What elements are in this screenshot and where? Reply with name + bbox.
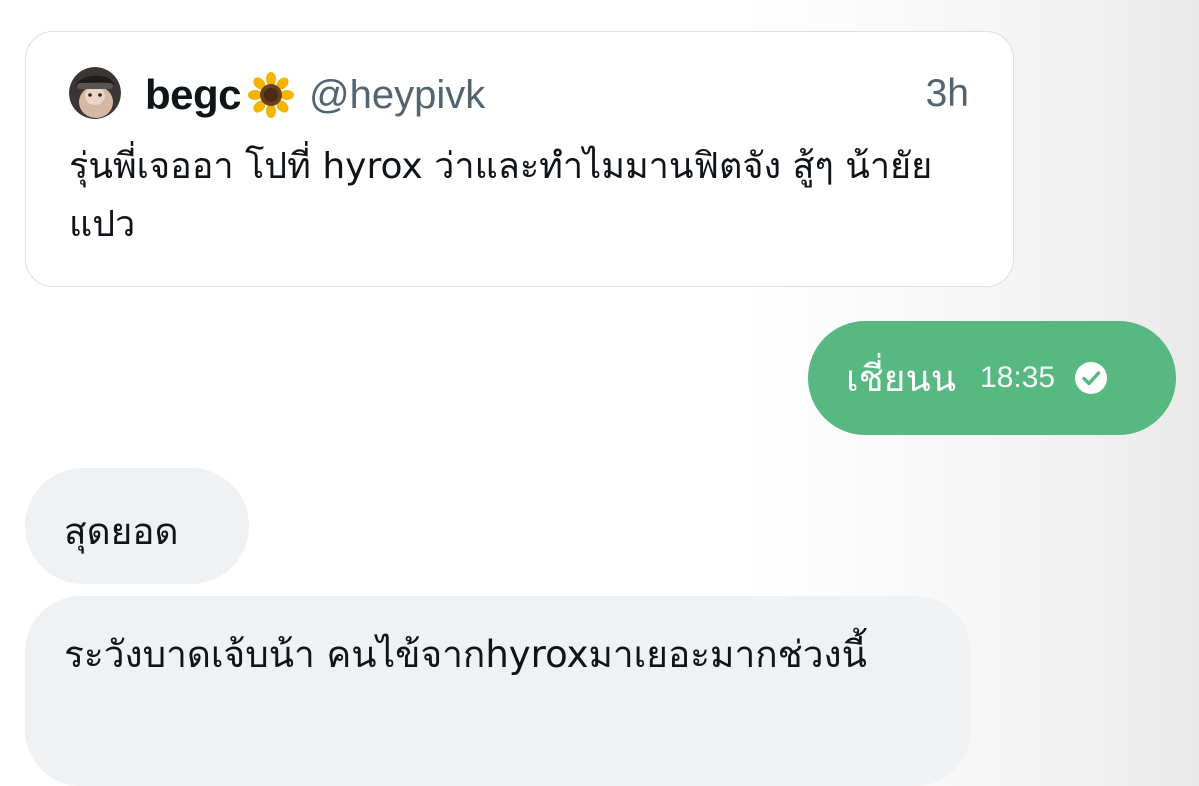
message-text: สุดยอด (64, 510, 179, 553)
sunflower-icon (247, 71, 295, 119)
outgoing-message-bubble[interactable]: เชี่ยนน 18:35 (808, 321, 1176, 435)
incoming-message-bubble[interactable]: สุดยอด (25, 468, 249, 584)
quoted-post-card[interactable]: begc @heypivk 3h รุ่นพี่เจออา โปที่ hyro… (25, 31, 1014, 287)
incoming-message-bubble[interactable]: ระวังบาดเจ้บน้า คนไข้จากhyroxมาเยอะมากช่… (25, 596, 971, 786)
post-timestamp[interactable]: 3h (926, 72, 969, 116)
check-circle-icon (1073, 360, 1109, 396)
message-time: 18:35 (980, 361, 1056, 394)
message-text: ระวังบาดเจ้บน้า คนไข้จากhyroxมาเยอะมากช่… (64, 633, 867, 676)
quoted-post-text: รุ่นพี่เจออา โปที่ hyrox ว่าและทำไมมานฟิ… (69, 146, 933, 245)
message-text: เชี่ยนน (846, 356, 957, 400)
display-name[interactable]: begc (145, 71, 242, 119)
quoted-post-header: begc @heypivk (145, 68, 485, 122)
avatar[interactable] (69, 67, 121, 119)
user-handle[interactable]: @heypivk (309, 73, 485, 118)
